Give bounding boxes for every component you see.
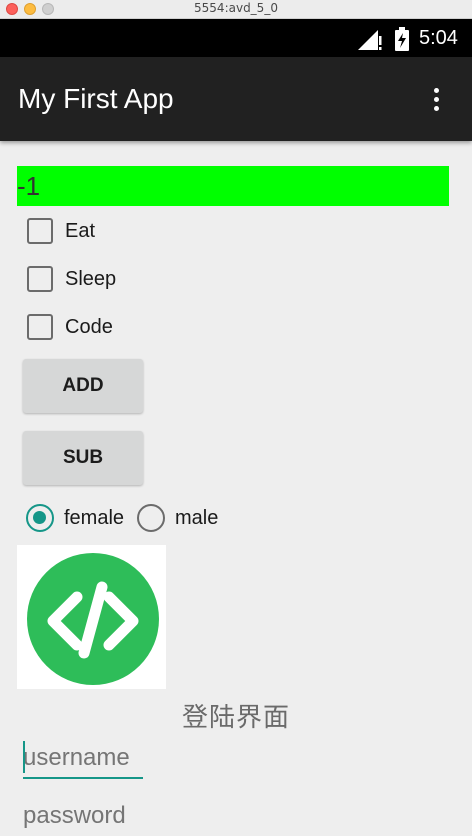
logo-image	[17, 545, 166, 689]
radio-button-checked[interactable]	[26, 504, 54, 532]
add-button[interactable]: ADD	[23, 359, 143, 413]
checkbox-box[interactable]	[27, 266, 53, 292]
counter-display: -1	[17, 166, 449, 206]
radio-male[interactable]: male	[137, 503, 218, 533]
code-brackets-icon	[27, 553, 159, 685]
checkbox-label: Sleep	[65, 267, 117, 290]
checkbox-label: Eat	[65, 219, 96, 242]
text-cursor	[23, 741, 25, 773]
radio-button[interactable]	[137, 504, 165, 532]
radio-label: female	[64, 506, 125, 529]
status-time: 5:04	[419, 27, 458, 49]
radio-female[interactable]: female	[26, 503, 124, 533]
checkbox-sleep[interactable]: Sleep	[27, 265, 116, 293]
window-titlebar: 5554:avd_5_0	[0, 0, 472, 19]
username-input[interactable]	[23, 739, 143, 779]
battery-charging-icon	[395, 27, 409, 51]
signal-icon	[358, 30, 382, 50]
checkbox-eat[interactable]: Eat	[27, 217, 95, 245]
checkbox-label: Code	[65, 315, 113, 338]
checkbox-code[interactable]: Code	[27, 313, 113, 341]
sub-button[interactable]: SUB	[23, 431, 143, 485]
app-title: My First App	[18, 83, 174, 114]
status-bar: 5:04	[0, 19, 472, 57]
more-vert-icon[interactable]	[428, 86, 444, 114]
app-bar: My First App	[0, 57, 472, 141]
password-input[interactable]	[23, 796, 143, 836]
checkbox-box[interactable]	[27, 218, 53, 244]
checkbox-box[interactable]	[27, 314, 53, 340]
login-title: 登陆界面	[181, 703, 290, 733]
radio-label: male	[175, 506, 219, 529]
window-title: 5554:avd_5_0	[194, 1, 278, 15]
